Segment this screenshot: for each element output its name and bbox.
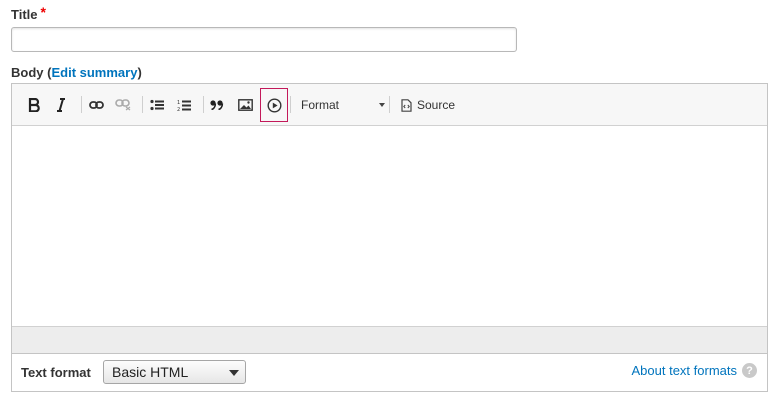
text-format-selected: Basic HTML	[112, 364, 189, 380]
edit-summary-link[interactable]: Edit summary	[51, 65, 137, 80]
bold-button[interactable]	[25, 93, 43, 117]
title-input[interactable]	[11, 27, 517, 52]
blockquote-icon	[210, 100, 224, 110]
toolbar-separator	[81, 96, 82, 113]
link-icon	[88, 101, 104, 109]
required-marker: *	[40, 4, 46, 20]
editor-toolbar: 1 2 Format Source	[12, 84, 767, 126]
source-code-icon	[401, 98, 412, 112]
source-button[interactable]: Source	[398, 93, 458, 117]
body-editable-area[interactable]	[12, 126, 767, 327]
unlink-icon	[115, 99, 131, 111]
paren-close: )	[137, 65, 142, 80]
body-editor: 1 2 Format Source	[11, 83, 768, 354]
toolbar-separator	[203, 96, 204, 113]
body-label: Body (Edit summary)	[11, 65, 142, 80]
italic-icon	[57, 98, 65, 112]
about-text-formats-link[interactable]: About text formats	[632, 363, 738, 378]
title-label: Title *	[11, 4, 46, 22]
toolbar-separator	[389, 96, 390, 113]
numbered-list-button[interactable]: 1 2	[175, 93, 193, 117]
source-button-label: Source	[416, 98, 456, 112]
editor-status-bar	[12, 326, 767, 353]
title-label-text: Title	[11, 7, 38, 22]
image-button[interactable]	[236, 93, 254, 117]
help-icon[interactable]: ?	[742, 363, 757, 378]
svg-text:1: 1	[177, 100, 180, 106]
format-dropdown[interactable]: Format	[301, 93, 391, 117]
format-dropdown-label: Format	[301, 98, 340, 112]
bulleted-list-button[interactable]	[148, 93, 166, 117]
chevron-down-icon	[379, 103, 385, 107]
text-format-select[interactable]: Basic HTML	[103, 360, 246, 384]
video-play-icon	[266, 97, 282, 113]
bulleted-list-icon	[150, 99, 164, 111]
italic-button[interactable]	[52, 93, 70, 117]
link-button[interactable]	[87, 93, 105, 117]
toolbar-separator	[290, 96, 291, 113]
svg-text:2: 2	[177, 107, 180, 112]
bold-icon	[28, 98, 40, 112]
video-embed-button[interactable]	[260, 88, 288, 122]
text-format-label: Text format	[21, 365, 91, 380]
numbered-list-icon: 1 2	[177, 100, 191, 112]
unlink-button[interactable]	[114, 93, 132, 117]
image-icon	[237, 99, 253, 111]
body-label-text: Body	[11, 65, 44, 80]
chevron-down-icon	[229, 370, 239, 376]
text-format-bar: Text format Basic HTML About text format…	[11, 354, 768, 392]
blockquote-button[interactable]	[208, 93, 226, 117]
toolbar-separator	[142, 96, 143, 113]
